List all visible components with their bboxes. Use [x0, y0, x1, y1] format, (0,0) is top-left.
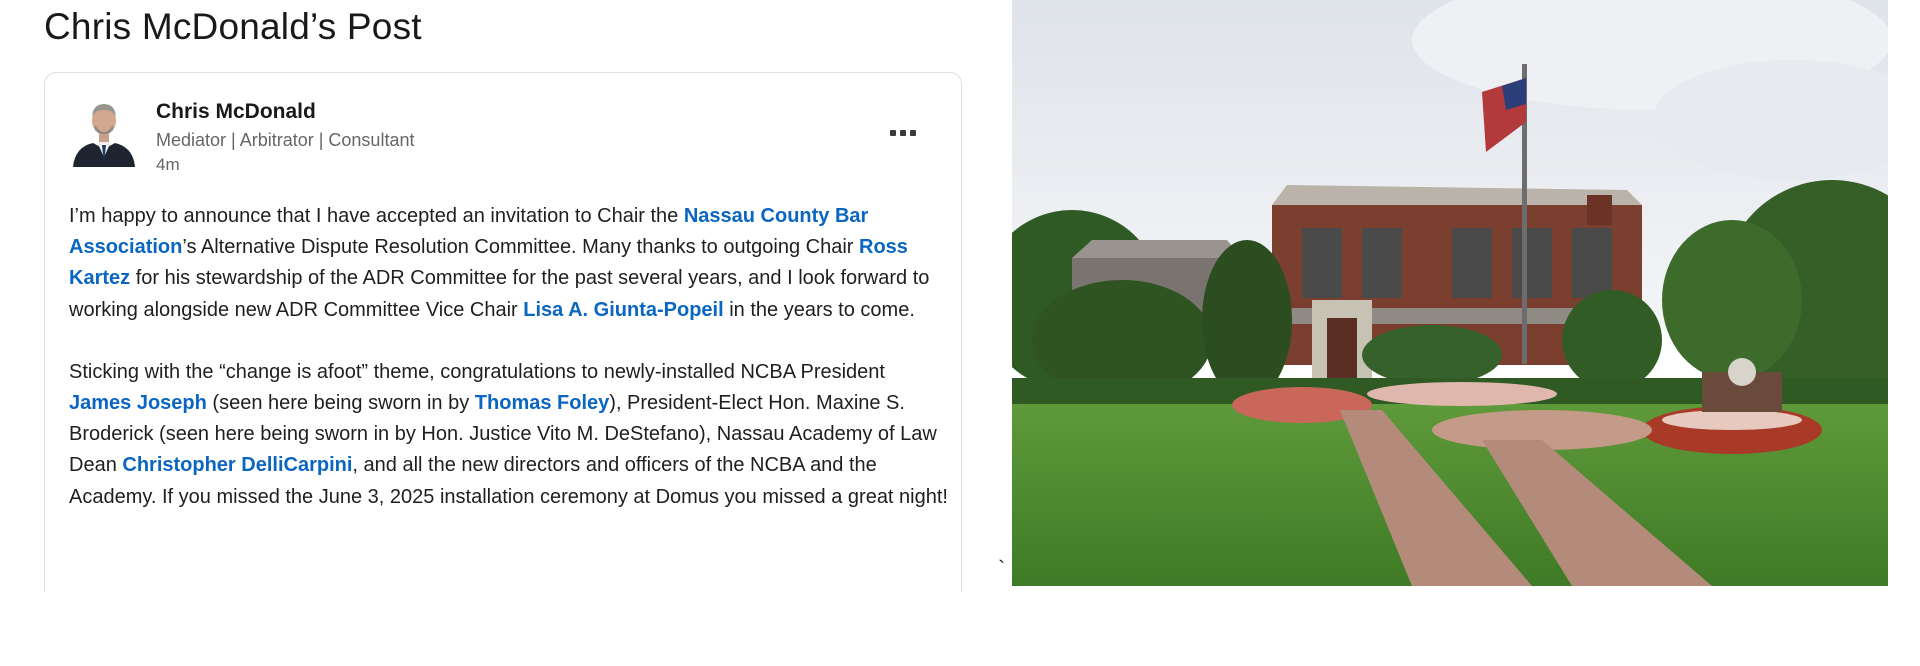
- stray-backtick: `: [998, 556, 1006, 581]
- post-body: I’m happy to announce that I have accept…: [69, 201, 949, 513]
- page-title: Chris McDonald’s Post: [44, 6, 422, 47]
- post-timestamp: 4m: [156, 155, 180, 174]
- avatar-photo: [71, 95, 137, 167]
- building-photo: [1012, 0, 1888, 586]
- mention-link[interactable]: Lisa A. Giunta-Popeil: [523, 299, 723, 321]
- post-image[interactable]: [1012, 0, 1888, 586]
- author-name[interactable]: Chris McDonald: [156, 100, 316, 124]
- more-options-button[interactable]: [875, 113, 931, 153]
- post-paragraph: Sticking with the “change is afoot” them…: [69, 360, 948, 508]
- author-avatar[interactable]: [71, 95, 137, 167]
- post-paragraph: I’m happy to announce that I have accept…: [69, 205, 930, 321]
- mention-link[interactable]: James Joseph: [69, 392, 207, 414]
- post-card: Chris McDonald Mediator | Arbitrator | C…: [44, 72, 962, 592]
- author-headline: Mediator | Arbitrator | Consultant: [156, 130, 415, 150]
- more-horizontal-icon: [890, 130, 916, 136]
- mention-link[interactable]: Thomas Foley: [475, 392, 609, 414]
- mention-link[interactable]: Christopher DelliCarpini: [122, 454, 352, 476]
